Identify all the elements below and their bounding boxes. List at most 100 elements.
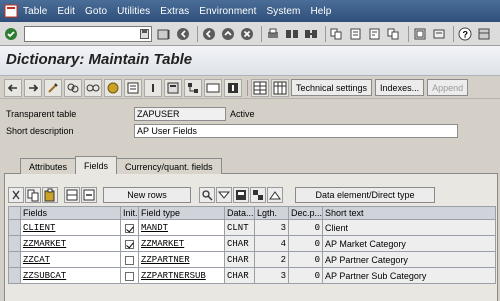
init-checkbox[interactable] (125, 271, 134, 281)
display-change-icon[interactable] (44, 78, 62, 97)
tab-attributes[interactable]: Attributes (20, 158, 77, 174)
field-layout-icon[interactable] (251, 78, 269, 97)
field-type-cell[interactable]: MANDT (138, 219, 225, 236)
column-header-short-text[interactable]: Short text (322, 206, 496, 220)
table-row[interactable]: CLIENT MANDT CLNT 3 0 Client (8, 219, 496, 236)
row-selector[interactable] (8, 235, 21, 252)
save-icon[interactable] (140, 28, 149, 39)
new-rows-button[interactable]: New rows (103, 187, 191, 203)
find-icon[interactable] (284, 26, 300, 42)
transparent-table-field[interactable]: ZAPUSER (134, 107, 226, 121)
other-object-icon[interactable] (64, 78, 82, 97)
copy-icon[interactable] (25, 187, 41, 203)
row-selector[interactable] (8, 267, 21, 284)
field-type-cell[interactable]: ZZMARKET (138, 235, 225, 252)
sap-window-icon[interactable] (4, 4, 18, 18)
exit-icon[interactable] (201, 26, 217, 42)
table-row[interactable]: ZZSUBCAT ZZPARTNERSUB CHAR 3 0 AP Partne… (8, 267, 496, 284)
next-page-icon[interactable] (367, 26, 383, 42)
table-row[interactable]: ZZCAT ZZPARTNER CHAR 2 0 AP Partner Cate… (8, 251, 496, 268)
first-page-icon[interactable] (329, 26, 345, 42)
tab-strip: Attributes Fields Currency/quant. fields (20, 156, 222, 174)
menu-help[interactable]: Help (310, 6, 331, 17)
print-icon[interactable] (265, 26, 281, 42)
check-icon[interactable] (84, 78, 102, 97)
display-object-icon[interactable] (204, 78, 222, 97)
column-header-fields[interactable]: Fields (20, 206, 121, 220)
init-checkbox[interactable] (125, 223, 134, 233)
back-icon[interactable] (175, 26, 191, 42)
field-type-cell[interactable]: ZZPARTNER (138, 251, 225, 268)
back-nav-icon[interactable] (4, 78, 22, 97)
data-element-direct-type-button[interactable]: Data element/Direct type (295, 187, 435, 203)
menu-extras[interactable]: Extras (160, 6, 189, 17)
table-row[interactable]: ZZMARKET ZZMARKET CHAR 4 0 AP Market Cat… (8, 235, 496, 252)
reference-field-icon[interactable] (233, 187, 249, 203)
forward-nav-icon[interactable] (24, 78, 42, 97)
layout-icon[interactable] (476, 26, 492, 42)
indexes-button[interactable]: Indexes... (375, 79, 425, 96)
help-icon[interactable]: ? (457, 26, 473, 42)
hierarchy-up-icon[interactable] (267, 187, 283, 203)
select-all-column-header[interactable] (8, 206, 21, 220)
column-header-decimals[interactable]: Dec.p... (287, 206, 324, 220)
command-field[interactable] (24, 25, 152, 42)
menu-edit[interactable]: Edit (57, 6, 75, 17)
menu-goto[interactable]: Goto (85, 6, 107, 17)
search-help-icon[interactable] (199, 187, 215, 203)
init-checkbox-cell[interactable] (120, 267, 139, 284)
column-header-length[interactable]: Lgth. (254, 206, 289, 220)
init-checkbox[interactable] (125, 255, 134, 265)
data-type-cell: CHAR (224, 235, 255, 252)
technical-settings-button[interactable]: Technical settings (291, 79, 373, 96)
field-name-cell[interactable]: ZZCAT (20, 251, 121, 268)
delete-row-icon[interactable] (81, 187, 97, 203)
find-next-icon[interactable] (303, 26, 319, 42)
init-checkbox-cell[interactable] (120, 219, 139, 236)
info-icon[interactable] (144, 78, 162, 97)
create-session-icon[interactable] (412, 26, 428, 42)
last-page-icon[interactable] (386, 26, 402, 42)
init-checkbox-cell[interactable] (120, 235, 139, 252)
menu-table[interactable]: Table (23, 6, 47, 17)
row-selector[interactable] (8, 251, 21, 268)
row-selector[interactable] (8, 219, 21, 236)
toolbar-separator (197, 25, 198, 42)
cut-icon[interactable] (8, 187, 24, 203)
append-structure-button[interactable]: Append (427, 79, 469, 96)
field-name-cell[interactable]: ZZSUBCAT (20, 267, 121, 284)
where-used-icon[interactable] (124, 78, 142, 97)
field-name-cell[interactable]: ZZMARKET (20, 235, 121, 252)
transparent-table-label: Transparent table (6, 109, 77, 119)
column-header-init[interactable]: Init. (120, 206, 139, 220)
cancel-icon[interactable] (239, 26, 255, 42)
field-type-cell[interactable]: ZZPARTNERSUB (138, 267, 225, 284)
object-list-icon[interactable] (164, 78, 182, 97)
documentation-icon[interactable] (224, 78, 242, 97)
menu-system[interactable]: System (266, 6, 300, 17)
table-layout-icon[interactable] (271, 78, 289, 97)
menu-utilities[interactable]: Utilities (117, 6, 150, 17)
field-name-cell[interactable]: CLIENT (20, 219, 121, 236)
column-header-field-type[interactable]: Field type (138, 206, 225, 220)
init-checkbox[interactable] (125, 239, 134, 249)
back-arrow-icon[interactable] (156, 26, 172, 42)
enter-icon[interactable] (3, 26, 19, 42)
activate-icon[interactable] (104, 78, 122, 97)
init-checkbox-cell[interactable] (120, 251, 139, 268)
short-description-field[interactable]: AP User Fields (134, 124, 458, 138)
prev-page-icon[interactable] (348, 26, 364, 42)
hierarchy-icon[interactable] (184, 78, 202, 97)
tab-currency-quant-fields[interactable]: Currency/quant. fields (116, 158, 222, 174)
insert-row-icon[interactable] (64, 187, 80, 203)
tab-fields[interactable]: Fields (75, 156, 118, 174)
column-header-data-type[interactable]: Data... (224, 206, 255, 220)
up-icon[interactable] (220, 26, 236, 42)
decimals-cell: 0 (287, 235, 324, 252)
shortcut-icon[interactable] (431, 26, 447, 42)
paste-icon[interactable] (42, 187, 58, 203)
menu-environment[interactable]: Environment (199, 6, 256, 17)
structure-icon[interactable] (250, 187, 266, 203)
command-input[interactable] (25, 26, 135, 41)
built-in-type-icon[interactable] (216, 187, 232, 203)
